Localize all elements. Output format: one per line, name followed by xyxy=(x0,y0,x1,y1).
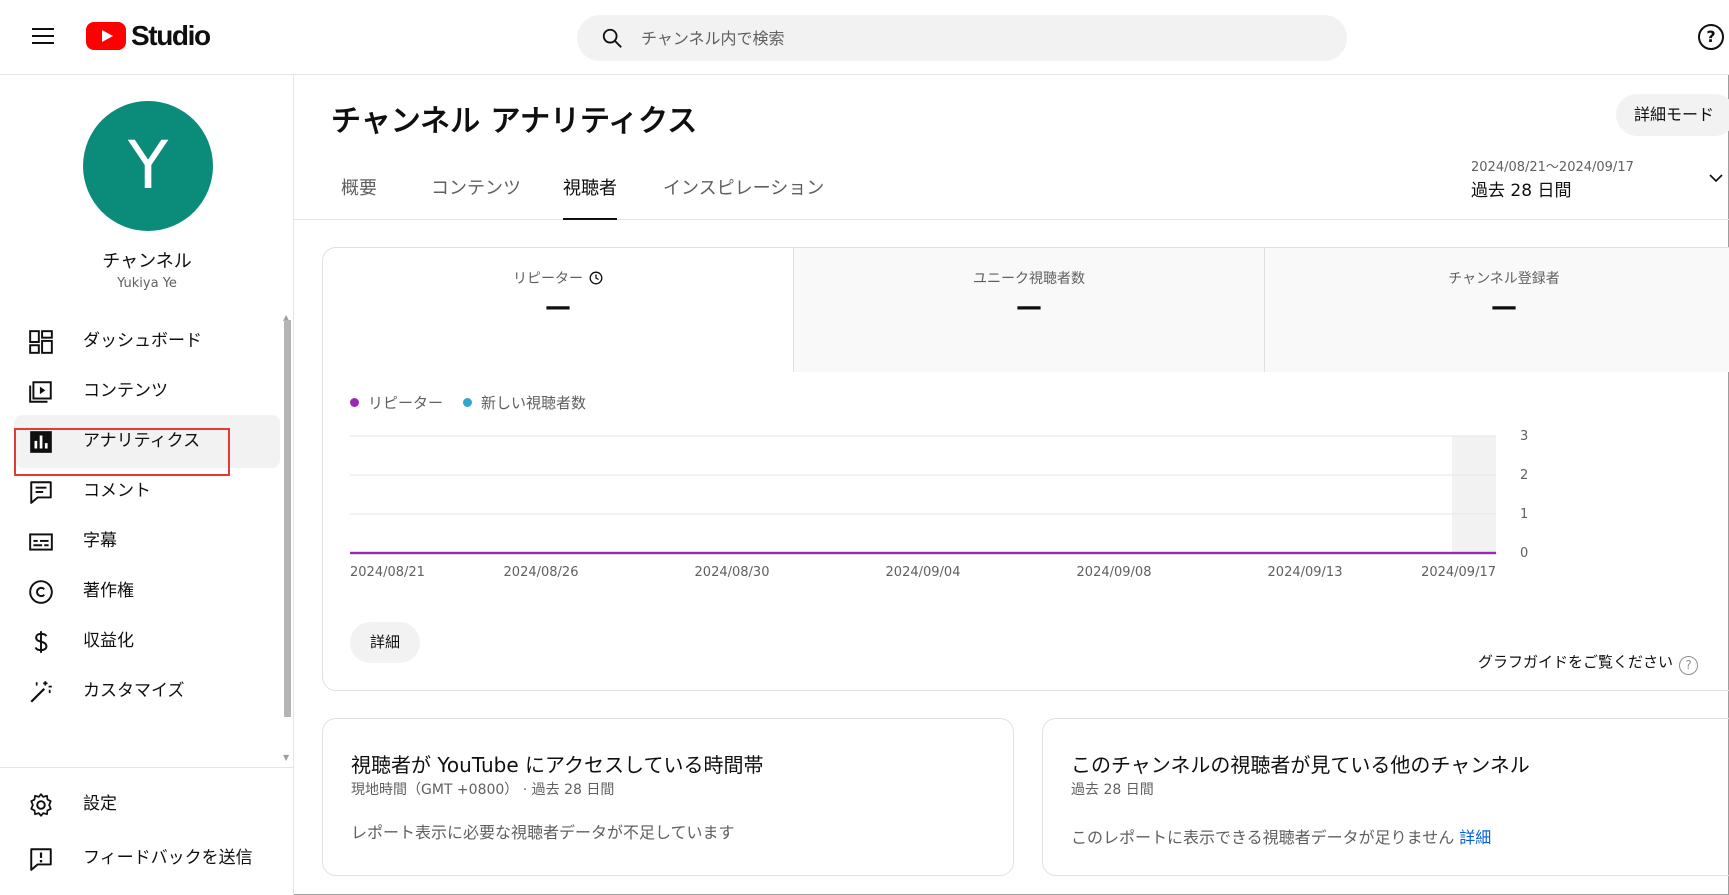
chart-current-period-band xyxy=(1452,436,1496,553)
search-input[interactable] xyxy=(641,15,1321,61)
sidebar-item-copyright[interactable]: 著作権 xyxy=(14,565,280,618)
customization-icon xyxy=(30,681,52,703)
x-tick-label: 2024/08/30 xyxy=(695,565,770,580)
legend-label: 新しい視聴者数 xyxy=(481,394,587,412)
sidebar: Y チャンネル Yukiya Ye ダッシュボード コンテンツ アナリティクス … xyxy=(0,75,294,895)
learn-more-link[interactable]: 詳細 xyxy=(1459,828,1491,847)
legend-dot xyxy=(350,398,359,407)
channel-handle: Yukiya Ye xyxy=(117,276,177,291)
feedback-icon xyxy=(30,848,52,871)
x-tick-label: 2024/08/26 xyxy=(504,565,579,580)
x-tick-label: 2024/08/21 xyxy=(350,565,425,580)
card-body: レポート表示に必要な視聴者データが不足しています xyxy=(351,823,735,842)
legend-dot xyxy=(463,398,472,407)
help-icon[interactable]: ? xyxy=(1698,24,1724,50)
legend-item-returning[interactable]: リピーター xyxy=(350,392,443,413)
x-tick-label: 2024/09/08 xyxy=(1077,565,1152,580)
channel-name: チャンネル xyxy=(102,251,192,272)
metric-subscribers[interactable]: チャンネル登録者 — xyxy=(1265,248,1729,372)
search-bar[interactable] xyxy=(577,15,1347,61)
search-icon[interactable] xyxy=(601,27,623,49)
legend-item-new[interactable]: 新しい視聴者数 xyxy=(463,392,586,413)
x-tick-label: 2024/09/13 xyxy=(1268,565,1343,580)
metric-label: リピーター xyxy=(513,271,583,287)
metric-unique-viewers[interactable]: ユニーク視聴者数 — xyxy=(794,248,1264,372)
audience-line-chart: 0 1 2 3 2024/08/21 2024/08/26 2024/08/30 2024/0… xyxy=(322,420,1729,600)
advanced-mode-button[interactable]: 詳細モード xyxy=(1616,94,1729,136)
monetization-icon xyxy=(34,631,48,653)
y-tick-label: 1 xyxy=(1520,507,1528,522)
scroll-down-icon[interactable]: ▼ xyxy=(283,753,289,762)
menu-icon[interactable] xyxy=(32,28,54,44)
chevron-down-icon xyxy=(1709,174,1723,183)
card-subtitle: 現地時間（GMT +0800） · 過去 28 日間 xyxy=(351,782,615,798)
dashboard-icon xyxy=(29,330,53,354)
sidebar-item-subtitles[interactable]: 字幕 xyxy=(14,515,280,568)
sidebar-item-content[interactable]: コンテンツ xyxy=(14,365,280,418)
sidebar-item-label: 著作権 xyxy=(83,581,134,601)
tab-overview[interactable]: 概要 xyxy=(341,166,377,220)
tab-content[interactable]: コンテンツ xyxy=(431,166,521,220)
subtitles-icon xyxy=(29,533,53,551)
analytics-highlight-box xyxy=(14,428,230,476)
content-icon xyxy=(29,381,52,403)
sidebar-item-label: 設定 xyxy=(83,794,117,814)
chart-svg: 0 1 2 3 2024/08/21 2024/08/26 2024/08/30 2024/0… xyxy=(350,429,1528,580)
metric-value: — xyxy=(1016,292,1042,322)
sidebar-item-label: 字幕 xyxy=(83,531,117,551)
card-title: 視聴者が YouTube にアクセスしている時間帯 xyxy=(351,753,764,777)
legend-label: リピーター xyxy=(368,394,444,412)
date-range-dates: 2024/08/21～2024/09/17 xyxy=(1471,160,1634,175)
sidebar-item-monetization[interactable]: 収益化 xyxy=(14,615,280,668)
date-range-picker[interactable]: 2024/08/21～2024/09/17 過去 28 日間 xyxy=(1471,154,1729,206)
x-tick-label: 2024/09/04 xyxy=(886,565,961,580)
youtube-studio-logo[interactable]: Studio xyxy=(86,20,211,52)
metric-label: ユニーク視聴者数 xyxy=(973,271,1085,287)
sidebar-scrollbar[interactable] xyxy=(284,320,291,720)
card-body: このレポートに表示できる視聴者データが足りません xyxy=(1071,828,1455,847)
y-tick-label: 0 xyxy=(1520,546,1528,561)
date-range-label: 過去 28 日間 xyxy=(1471,181,1572,201)
sidebar-item-label: ダッシュボード xyxy=(83,331,202,351)
card-subtitle: 過去 28 日間 xyxy=(1071,782,1154,798)
metric-value: — xyxy=(545,292,571,322)
sidebar-item-settings[interactable]: 設定 xyxy=(14,778,280,831)
sidebar-item-label: 収益化 xyxy=(83,631,134,651)
settings-icon xyxy=(30,793,52,817)
other-channels-card: このチャンネルの視聴者が見ている他のチャンネル 過去 28 日間 このレポートに… xyxy=(1042,718,1729,876)
metric-value: — xyxy=(1491,292,1517,322)
sidebar-item-label: カスタマイズ xyxy=(83,681,185,701)
sidebar-item-customization[interactable]: カスタマイズ xyxy=(14,665,280,718)
viewer-activity-times-card: 視聴者が YouTube にアクセスしている時間帯 現地時間（GMT +0800… xyxy=(322,718,1014,876)
copyright-icon xyxy=(29,580,53,604)
top-header: Studio ? xyxy=(0,0,1729,75)
page-title: チャンネル アナリティクス xyxy=(331,104,698,139)
sidebar-divider xyxy=(0,767,293,768)
graph-guide-label: グラフガイドをご覧ください xyxy=(1478,653,1674,671)
chart-detail-button[interactable]: 詳細 xyxy=(350,622,420,663)
tab-audience[interactable]: 視聴者 xyxy=(563,166,617,220)
y-tick-label: 3 xyxy=(1520,429,1528,444)
youtube-play-icon xyxy=(86,22,126,50)
avatar[interactable]: Y xyxy=(83,101,213,231)
metric-returning-viewers[interactable]: リピーター — xyxy=(323,248,793,372)
help-circle-icon: ? xyxy=(1679,656,1699,675)
metric-label: チャンネル登録者 xyxy=(1448,271,1560,287)
comments-icon xyxy=(30,481,52,504)
card-title: このチャンネルの視聴者が見ている他のチャンネル xyxy=(1071,753,1530,777)
sidebar-item-label: コンテンツ xyxy=(83,381,168,401)
clock-icon xyxy=(589,271,603,285)
graph-guide-link[interactable]: グラフガイドをご覧ください? xyxy=(1478,651,1699,675)
logo-text: Studio xyxy=(131,20,211,51)
x-tick-label: 2024/09/17 xyxy=(1421,565,1496,580)
sidebar-item-dashboard[interactable]: ダッシュボード xyxy=(14,315,280,368)
scrollbar-thumb[interactable] xyxy=(284,320,291,717)
y-tick-label: 2 xyxy=(1520,468,1528,483)
sidebar-item-label: フィードバックを送信 xyxy=(83,848,253,868)
sidebar-item-feedback[interactable]: フィードバックを送信 xyxy=(14,832,280,885)
tab-inspiration[interactable]: インスピレーション xyxy=(663,166,824,220)
